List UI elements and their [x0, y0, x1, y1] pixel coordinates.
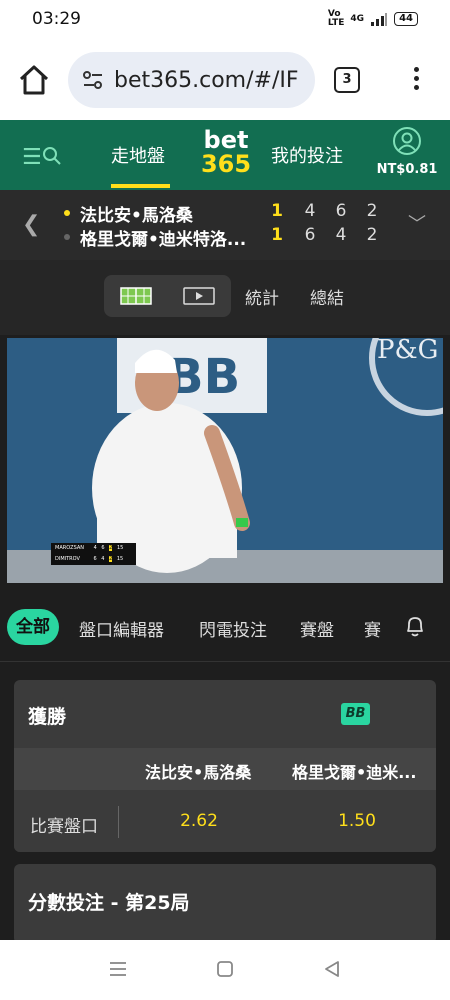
url-text: bet365.com/#/IF [114, 67, 299, 93]
score-cell: 4 [304, 201, 316, 221]
court-view-icon[interactable] [120, 287, 152, 305]
filter-all[interactable]: 全部 [7, 609, 59, 645]
score-cell: 2 [366, 225, 378, 245]
system-nav-bar [0, 940, 450, 1000]
home-nav-icon[interactable] [215, 959, 235, 979]
scorebug-row: MAROZSAN 4 6 2 15 [55, 545, 124, 551]
score-cell: 6 [304, 225, 316, 245]
filter-bet-builder[interactable]: 盤口編輯器 [79, 616, 164, 641]
tab-stats[interactable]: 統計 [245, 284, 279, 309]
search-icon[interactable] [42, 146, 62, 166]
menu-icon[interactable]: ☰ [22, 145, 42, 170]
score-cell: 2 [366, 201, 378, 221]
market-title: 獲勝 [28, 706, 67, 728]
serve-indicator-icon [64, 234, 70, 240]
network-label: 4G [350, 14, 365, 24]
column-header-player2: 格里戈爾•迪米... [292, 763, 417, 782]
bell-icon[interactable] [404, 614, 426, 638]
score-cell: 4 [335, 225, 347, 245]
nav-active-indicator [111, 184, 170, 188]
score-cell: 6 [335, 201, 347, 221]
bet365-logo[interactable]: bet 365 [200, 128, 252, 178]
account-button[interactable]: NT$0.81 [372, 126, 442, 177]
status-icons: Vo LTE 4G 44 [328, 10, 418, 28]
scoreboard: ❮ 法比安•馬洛桑 1 4 6 2 格里戈爾•迪米特洛... 1 6 4 2 ﹀ [0, 190, 450, 260]
column-header-player1: 法比安•馬洛桑 [145, 763, 252, 782]
tab-switcher-button[interactable]: 3 [334, 67, 360, 93]
player-row: 法比安•馬洛桑 1 4 6 2 [60, 201, 400, 226]
market-card-point-betting[interactable]: 分數投注 - 第25局 [14, 864, 436, 944]
chevron-down-icon[interactable]: ﹀ [408, 210, 426, 236]
site-settings-icon[interactable] [82, 70, 104, 90]
svg-text:P&G: P&G [377, 338, 438, 365]
address-bar[interactable]: bet365.com/#/IF [68, 52, 315, 108]
view-toggle-bar: 統計 總結 [0, 260, 450, 335]
player-row: 格里戈爾•迪米特洛... 1 6 4 2 [60, 225, 400, 250]
balance: NT$0.81 [376, 162, 438, 177]
view-mode-toggle [104, 275, 231, 317]
tab-summary[interactable]: 總結 [310, 284, 344, 309]
site-header: ☰ 走地盤 bet 365 我的投注 NT$0.81 [0, 120, 450, 190]
browser-toolbar: bet365.com/#/IF 3 [0, 40, 450, 120]
battery-icon: 44 [394, 12, 418, 26]
row-divider [118, 806, 119, 838]
player-name: 法比安•馬洛桑 [80, 206, 193, 226]
row-label: 比賽盤口 [30, 817, 98, 837]
nav-inplay[interactable]: 走地盤 [111, 142, 165, 168]
scorebug-row: DIMITROV 6 4 2 15 [55, 556, 124, 562]
serve-indicator-icon [64, 210, 70, 216]
odds-player2-button[interactable]: 1.50 [317, 811, 397, 831]
more-menu-icon[interactable] [406, 64, 426, 96]
market-title: 分數投注 - 第25局 [28, 892, 190, 914]
bet-builder-badge[interactable]: BB [341, 703, 370, 725]
recent-apps-icon[interactable] [108, 959, 128, 979]
chevron-left-icon[interactable]: ❮ [22, 212, 40, 237]
back-icon[interactable] [322, 959, 342, 979]
market-filter-bar: 全部 盤口編輯器 閃電投注 賽盤 賽 [0, 590, 450, 662]
status-bar: 03:29 Vo LTE 4G 44 [0, 0, 450, 40]
odds-player1-button[interactable]: 2.62 [159, 811, 239, 831]
status-time: 03:29 [32, 9, 81, 29]
signal-icon [371, 13, 388, 26]
video-play-icon[interactable] [183, 287, 215, 305]
live-video[interactable]: BB P&G MAROZSAN 4 6 2 15 DIMITROV 6 4 2 … [7, 338, 443, 583]
volte-icon: Vo LTE [327, 9, 345, 28]
filter-flash-bet[interactable]: 閃電投注 [199, 616, 267, 641]
market-column-headers: 法比安•馬洛桑 格里戈爾•迪米... [14, 748, 436, 790]
user-icon [393, 127, 421, 155]
score-cell: 1 [271, 201, 283, 221]
odds-row: 比賽盤口 2.62 1.50 [14, 790, 436, 852]
filter-more[interactable]: 賽 [364, 616, 381, 641]
player-name: 格里戈爾•迪米特洛... [80, 230, 247, 250]
video-scorebug: MAROZSAN 4 6 2 15 DIMITROV 6 4 2 15 [51, 543, 136, 565]
score-cell: 1 [271, 225, 283, 245]
home-icon[interactable] [16, 62, 52, 98]
market-card-winner: 獲勝 BB 法比安•馬洛桑 格里戈爾•迪米... 比賽盤口 2.62 1.50 [14, 680, 436, 852]
nav-mybets[interactable]: 我的投注 [271, 142, 343, 168]
filter-match-market[interactable]: 賽盤 [300, 616, 334, 641]
